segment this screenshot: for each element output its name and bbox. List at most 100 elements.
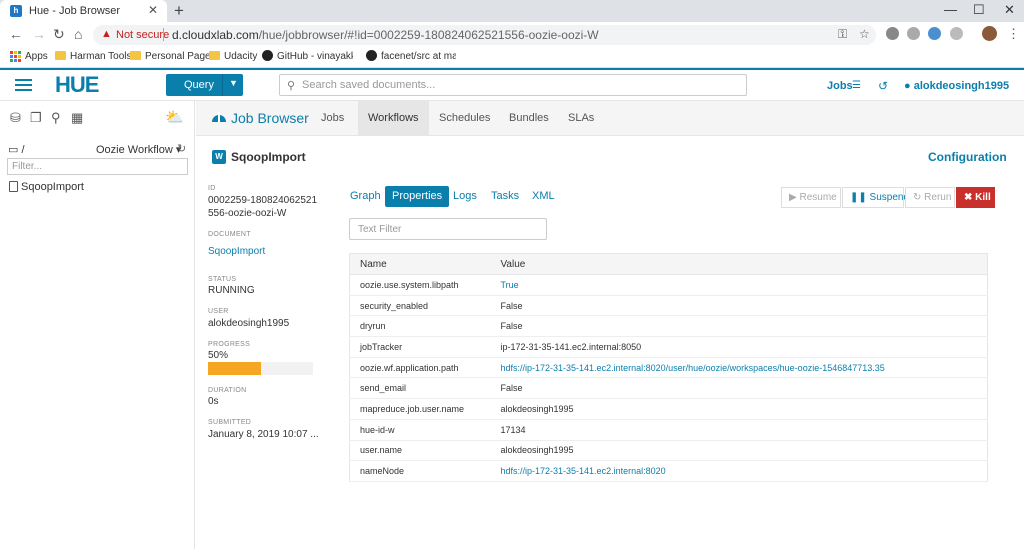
filter-input[interactable]	[8, 159, 187, 174]
table-row: user.name alokdeosingh1995	[349, 440, 988, 462]
search-icon[interactable]: ⚲	[51, 110, 61, 126]
extension-icon[interactable]	[907, 27, 920, 40]
database-icon[interactable]: ⛁	[10, 110, 21, 126]
user-name: alokdeosingh1995	[913, 80, 1010, 92]
profile-avatar[interactable]	[982, 26, 997, 41]
configuration-link[interactable]: Configuration	[928, 150, 1007, 164]
progress-label: PROGRESS	[208, 341, 251, 348]
security-indicator[interactable]: Not secure	[116, 29, 169, 41]
browser-menu-icon[interactable]: ⋮	[1007, 26, 1020, 42]
query-button[interactable]: Query ▼	[166, 74, 243, 96]
tab-workflows[interactable]: Workflows	[358, 101, 429, 136]
subtab-graph[interactable]: Graph	[343, 186, 388, 207]
table-row: oozie.use.system.libpath True	[349, 274, 988, 296]
folder-path[interactable]: ▭ /	[8, 143, 25, 156]
key-icon[interactable]: ⚿	[838, 27, 847, 42]
home-icon[interactable]: ⌂	[74, 26, 82, 42]
reload-icon[interactable]: ↻	[53, 26, 65, 43]
bookmark-github[interactable]: GitHub - vinayakkaila	[277, 51, 353, 62]
extension-icon[interactable]	[928, 27, 941, 40]
document-link[interactable]: SqoopImport	[208, 246, 265, 257]
back-icon[interactable]: ←	[9, 26, 23, 42]
browser-tab[interactable]: h Hue - Job Browser ✕	[0, 0, 167, 22]
forward-icon[interactable]: →	[32, 26, 46, 42]
filter-field[interactable]	[7, 158, 188, 175]
history-icon[interactable]: ↺	[878, 79, 888, 93]
search-input[interactable]	[302, 78, 742, 92]
rerun-button[interactable]: ↻ Rerun	[905, 187, 955, 208]
property-name: user.name	[349, 440, 501, 462]
job-browser-icon	[212, 112, 226, 122]
bookmark-apps[interactable]: Apps	[25, 51, 48, 62]
user-label: USER	[208, 308, 229, 315]
source-selector[interactable]: Oozie Workflow ▾	[96, 143, 181, 156]
menu-icon[interactable]	[15, 79, 32, 92]
property-value: ip-172-31-35-141.ec2.internal:8050	[500, 336, 988, 358]
close-tab-icon[interactable]: ✕	[148, 3, 158, 17]
close-window-icon[interactable]: ✕	[1004, 2, 1015, 18]
tab-slas[interactable]: SLAs	[558, 101, 604, 136]
property-value: False	[500, 315, 988, 338]
subtab-xml[interactable]: XML	[525, 186, 562, 207]
user-menu[interactable]: ● alokdeosingh1995	[904, 80, 1009, 92]
text-filter-field[interactable]	[349, 218, 547, 240]
caret-down-icon[interactable]: ▼	[229, 78, 238, 88]
properties-table: Name Value oozie.use.system.libpath True …	[349, 253, 988, 482]
search-box[interactable]: ⚲	[279, 74, 747, 96]
status-value: RUNNING	[208, 285, 255, 296]
refresh-icon[interactable]: ↻	[177, 142, 186, 155]
kill-button-label: Kill	[975, 192, 991, 203]
document-label: DOCUMENT	[208, 231, 251, 238]
id-value-line1: 0002259-180824062521	[208, 195, 317, 206]
hue-logo[interactable]: HUE	[55, 72, 99, 98]
url-host: d.cloudxlab.com	[172, 28, 259, 42]
table-row: hue-id-w 17134	[349, 419, 988, 441]
grid-icon[interactable]: ▦	[71, 110, 83, 126]
star-icon[interactable]: ☆	[859, 27, 870, 41]
minimize-icon[interactable]: —	[944, 2, 957, 17]
suspend-button-label: Suspend	[869, 192, 910, 203]
id-label: ID	[208, 185, 216, 192]
folder-path-text: /	[21, 144, 25, 156]
folder-icon	[55, 51, 66, 60]
subtab-logs[interactable]: Logs	[446, 186, 484, 207]
property-name: nameNode	[349, 460, 501, 482]
cloud-folder-icon[interactable]: ⛅	[165, 108, 184, 126]
property-value[interactable]: hdfs://ip-172-31-35-141.ec2.internal:802…	[500, 357, 988, 379]
extension-icon[interactable]	[886, 27, 899, 40]
kill-button[interactable]: ✖ Kill	[956, 187, 995, 208]
property-value: 17134	[500, 419, 988, 441]
page-title: Job Browser	[231, 110, 309, 126]
search-icon: ⚲	[287, 80, 296, 92]
url-text[interactable]: d.cloudxlab.com/hue/jobbrowser/#!id=0002…	[172, 28, 599, 42]
subtab-properties[interactable]: Properties	[385, 186, 450, 207]
tab-bundles[interactable]: Bundles	[499, 101, 559, 136]
list-item[interactable]: SqoopImport	[21, 181, 84, 193]
bookmark-harman-tools[interactable]: Harman Tools	[70, 51, 132, 62]
resume-button[interactable]: ▶ Resume	[781, 187, 841, 208]
github-icon	[366, 50, 377, 61]
url-path: /hue/jobbrowser/#!id=0002259-18082406252…	[258, 28, 599, 42]
property-value[interactable]: hdfs://ip-172-31-35-141.ec2.internal:802…	[500, 460, 988, 482]
tab-jobs[interactable]: Jobs	[311, 101, 354, 136]
bookmark-udacity[interactable]: Udacity	[224, 51, 257, 62]
property-name: oozie.use.system.libpath	[349, 274, 501, 296]
tab-schedules[interactable]: Schedules	[429, 101, 500, 136]
play-icon: ▶	[789, 192, 800, 203]
bookmark-facenet[interactable]: facenet/src at maste	[381, 51, 456, 62]
suspend-button[interactable]: ❚❚ Suspend	[842, 187, 909, 208]
text-filter-input[interactable]	[350, 219, 546, 239]
submitted-value: January 8, 2019 10:07 ...	[208, 429, 319, 440]
property-name: hue-id-w	[349, 419, 501, 441]
property-value[interactable]: True	[500, 274, 988, 296]
extension-icon[interactable]	[950, 27, 963, 40]
maximize-icon[interactable]: ☐	[973, 2, 985, 18]
property-value: alokdeosingh1995	[500, 440, 988, 462]
new-tab-icon[interactable]: +	[174, 1, 184, 21]
documents-icon[interactable]: ❐	[30, 110, 42, 126]
jobs-link[interactable]: Jobs	[827, 80, 853, 92]
jobs-list-icon[interactable]: ☰	[852, 80, 861, 91]
query-button-divider	[222, 74, 223, 96]
subtab-tasks[interactable]: Tasks	[484, 186, 526, 207]
bookmark-personal-pages[interactable]: Personal Pages	[145, 51, 216, 62]
